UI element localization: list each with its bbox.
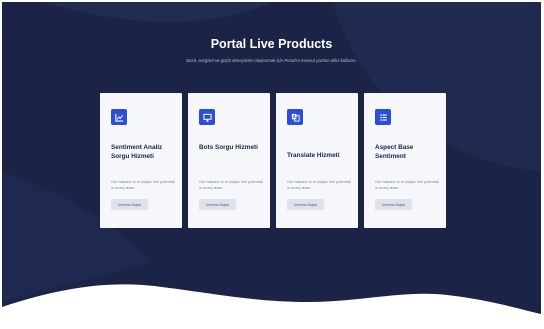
chart-icon [111, 109, 127, 125]
card-title: Aspect Base Sentiment [375, 144, 414, 160]
start-free-button[interactable]: Ücretsiz Başlat [375, 199, 412, 210]
card-description: Our mission is to ulaşılır the potential… [375, 179, 439, 190]
start-free-button[interactable]: Ücretsiz Başlat [287, 199, 324, 210]
card-title: Bots Sorgu Hizmeti [199, 144, 258, 151]
product-card-aspect[interactable]: Aspect Base Sentiment Our mission is to … [364, 93, 446, 228]
product-card-translate[interactable]: Translate Hizmeti Our mission is to ulaş… [276, 93, 358, 228]
card-title: Sentiment Analiz Sorgu Hizmeti [111, 144, 163, 160]
list-icon [375, 109, 391, 125]
card-description: Our mission is to ulaşılır the potential… [199, 179, 263, 190]
hero-section: Portal Live Products Basit, sezgisel ve … [2, 2, 541, 325]
product-card-sentiment[interactable]: Sentiment Analiz Sorgu Hizmeti Our missi… [100, 93, 182, 228]
product-card-bots[interactable]: Bots Sorgu Hizmeti Our mission is to ula… [188, 93, 270, 228]
card-description: Our mission is to ulaşılır the potential… [287, 179, 351, 190]
translate-icon [287, 109, 303, 125]
start-free-button[interactable]: Ücretsiz Başlat [199, 199, 236, 210]
card-description: Our mission is to ulaşılır the potential… [111, 179, 175, 190]
monitor-icon [199, 109, 215, 125]
start-free-button[interactable]: Ücretsiz Başlat [111, 199, 148, 210]
page-subtitle: Basit, sezgisel ve güçlü deneyimler oluş… [186, 58, 357, 63]
page-title: Portal Live Products [210, 37, 333, 51]
card-title: Translate Hizmeti [287, 152, 340, 159]
